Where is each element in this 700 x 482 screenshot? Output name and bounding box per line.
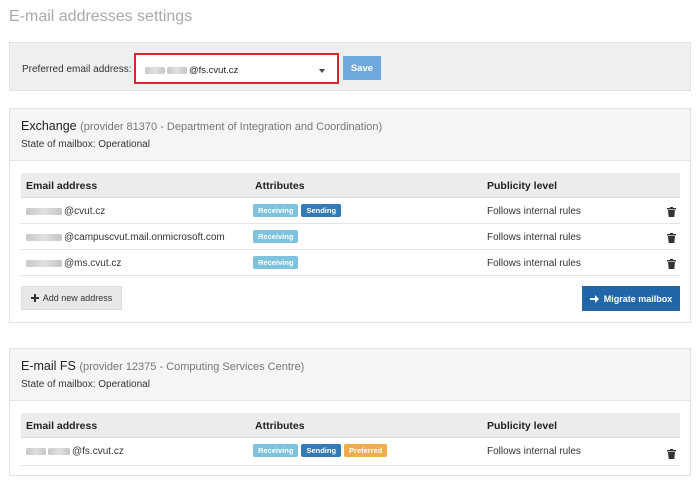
receiving-badge: Receiving	[253, 256, 299, 269]
receiving-badge: Receiving	[253, 230, 299, 243]
email-address: @campuscvut.mail.onmicrosoft.com	[26, 232, 225, 243]
publicity-level: Follows internal rules	[487, 258, 581, 269]
table-header: Email address Attributes Publicity level	[21, 173, 680, 198]
plus-icon	[30, 294, 39, 302]
preferred-badge: Preferred	[344, 444, 388, 457]
preferred-email-highlight: @fs.cvut.cz	[134, 53, 339, 84]
exchange-title: Exchange (provider 81370 - Department of…	[21, 119, 383, 133]
column-attributes: Attributes	[255, 180, 305, 192]
email-fs-header: E-mail FS (provider 12375 - Computing Se…	[10, 349, 690, 401]
column-attributes: Attributes	[255, 420, 305, 432]
migrate-mailbox-button[interactable]: Migrate mailbox	[582, 286, 680, 311]
column-publicity: Publicity level	[487, 180, 558, 192]
preferred-email-label: Preferred email address:	[22, 64, 132, 75]
table-row: @cvut.cz Receiving Sending Follows intern…	[21, 198, 680, 224]
attributes-cell: Receiving	[253, 230, 301, 243]
trash-icon[interactable]	[667, 233, 676, 243]
email-fs-table: Email address Attributes Publicity level…	[21, 413, 680, 466]
email-fs-provider: (provider 12375 - Computing Services Cen…	[79, 361, 305, 373]
receiving-badge: Receiving	[253, 204, 299, 217]
table-row: @fs.cvut.cz Receiving Sending Preferred Fo…	[21, 438, 680, 466]
publicity-level: Follows internal rules	[487, 446, 581, 457]
exchange-provider: (provider 81370 - Department of Integrat…	[80, 121, 383, 133]
save-button[interactable]: Save	[343, 56, 381, 80]
exchange-section: Exchange (provider 81370 - Department of…	[9, 108, 691, 323]
preferred-email-panel: Preferred email address: @fs.cvut.cz Sav…	[9, 42, 691, 91]
column-publicity: Publicity level	[487, 420, 558, 432]
preferred-email-select[interactable]: @fs.cvut.cz	[140, 59, 333, 78]
add-new-address-button[interactable]: Add new address	[21, 286, 122, 310]
email-address: @ms.cvut.cz	[26, 258, 121, 269]
sending-badge: Sending	[301, 444, 342, 457]
migrate-mailbox-label: Migrate mailbox	[603, 293, 673, 304]
table-row: @ms.cvut.cz Receiving Follows internal r…	[21, 250, 680, 276]
sending-badge: Sending	[301, 204, 342, 217]
attributes-cell: Receiving Sending	[253, 204, 344, 217]
trash-icon[interactable]	[667, 207, 676, 217]
email-fs-title: E-mail FS (provider 12375 - Computing Se…	[21, 359, 305, 373]
table-row: @campuscvut.mail.onmicrosoft.com Receivi…	[21, 224, 680, 250]
column-email: Email address	[26, 420, 98, 432]
trash-icon[interactable]	[667, 259, 676, 269]
publicity-level: Follows internal rules	[487, 206, 581, 217]
preferred-email-value: @fs.cvut.cz	[145, 65, 238, 76]
trash-icon[interactable]	[667, 449, 676, 459]
exchange-table: Email address Attributes Publicity level…	[21, 173, 680, 276]
table-header: Email address Attributes Publicity level	[21, 413, 680, 438]
attributes-cell: Receiving	[253, 256, 301, 269]
attributes-cell: Receiving Sending Preferred	[253, 444, 390, 457]
column-email: Email address	[26, 180, 98, 192]
add-new-address-label: Add new address	[42, 293, 113, 303]
email-address: @cvut.cz	[26, 206, 105, 217]
publicity-level: Follows internal rules	[487, 232, 581, 243]
arrow-right-icon	[589, 294, 599, 303]
caret-down-icon	[319, 69, 325, 73]
exchange-state: State of mailbox: Operational	[21, 139, 150, 150]
email-address: @fs.cvut.cz	[26, 446, 124, 457]
exchange-header: Exchange (provider 81370 - Department of…	[10, 109, 690, 161]
page-title: E-mail addresses settings	[9, 8, 193, 25]
email-fs-section: E-mail FS (provider 12375 - Computing Se…	[9, 348, 691, 476]
email-fs-state: State of mailbox: Operational	[21, 379, 150, 390]
receiving-badge: Receiving	[253, 444, 299, 457]
